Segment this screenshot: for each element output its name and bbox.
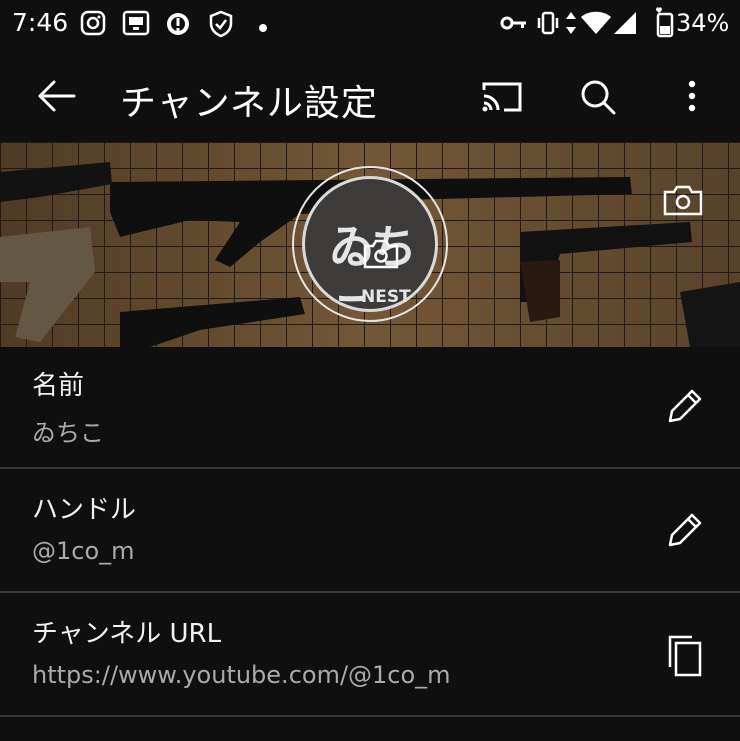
avatar-camera-icon [363, 239, 399, 273]
shield-icon [208, 10, 234, 42]
edit-pencil-icon[interactable] [664, 385, 706, 431]
channel-banner[interactable]: ゐちこ NEST [0, 142, 740, 347]
status-time: 7:46 [12, 8, 69, 37]
channel-url-label: チャンネル URL [32, 619, 222, 649]
alert-gear-icon [164, 10, 192, 42]
cast-screen-icon [122, 10, 150, 40]
instagram-icon [80, 10, 106, 40]
key-icon [500, 10, 528, 40]
status-bar: 7:46 34% [0, 0, 740, 50]
avatar-logo-subtext: NEST [361, 287, 411, 307]
app-bar: チャンネル設定 [0, 50, 740, 142]
name-value: ゐちこ [32, 419, 104, 447]
signal-icon [612, 10, 638, 40]
handle-value: @1co_m [32, 537, 135, 565]
cast-icon[interactable] [480, 80, 524, 118]
channel-url-row[interactable]: チャンネル URL https://www.youtube.com/@1co_m [0, 595, 740, 717]
edit-pencil-icon[interactable] [664, 509, 706, 555]
search-icon[interactable] [578, 78, 618, 122]
battery-percent: 34% [676, 9, 730, 37]
dot-icon [258, 18, 268, 37]
name-label: 名前 [32, 371, 85, 401]
data-arrows-icon [564, 10, 578, 40]
back-arrow-icon[interactable] [36, 78, 76, 118]
channel-avatar[interactable]: ゐちこ NEST [292, 166, 448, 322]
vibrate-icon [534, 10, 562, 40]
copy-icon[interactable] [664, 633, 706, 683]
wifi-icon [580, 10, 612, 40]
channel-url-value: https://www.youtube.com/@1co_m [32, 661, 451, 689]
more-options-icon[interactable] [682, 78, 702, 118]
battery-icon [652, 6, 674, 42]
avatar-image: ゐちこ NEST [302, 176, 438, 320]
name-row[interactable]: 名前 ゐちこ [0, 347, 740, 469]
banner-camera-icon[interactable] [662, 184, 704, 220]
page-title: チャンネル設定 [120, 83, 378, 124]
handle-label: ハンドル [32, 495, 137, 525]
handle-row[interactable]: ハンドル @1co_m [0, 471, 740, 593]
